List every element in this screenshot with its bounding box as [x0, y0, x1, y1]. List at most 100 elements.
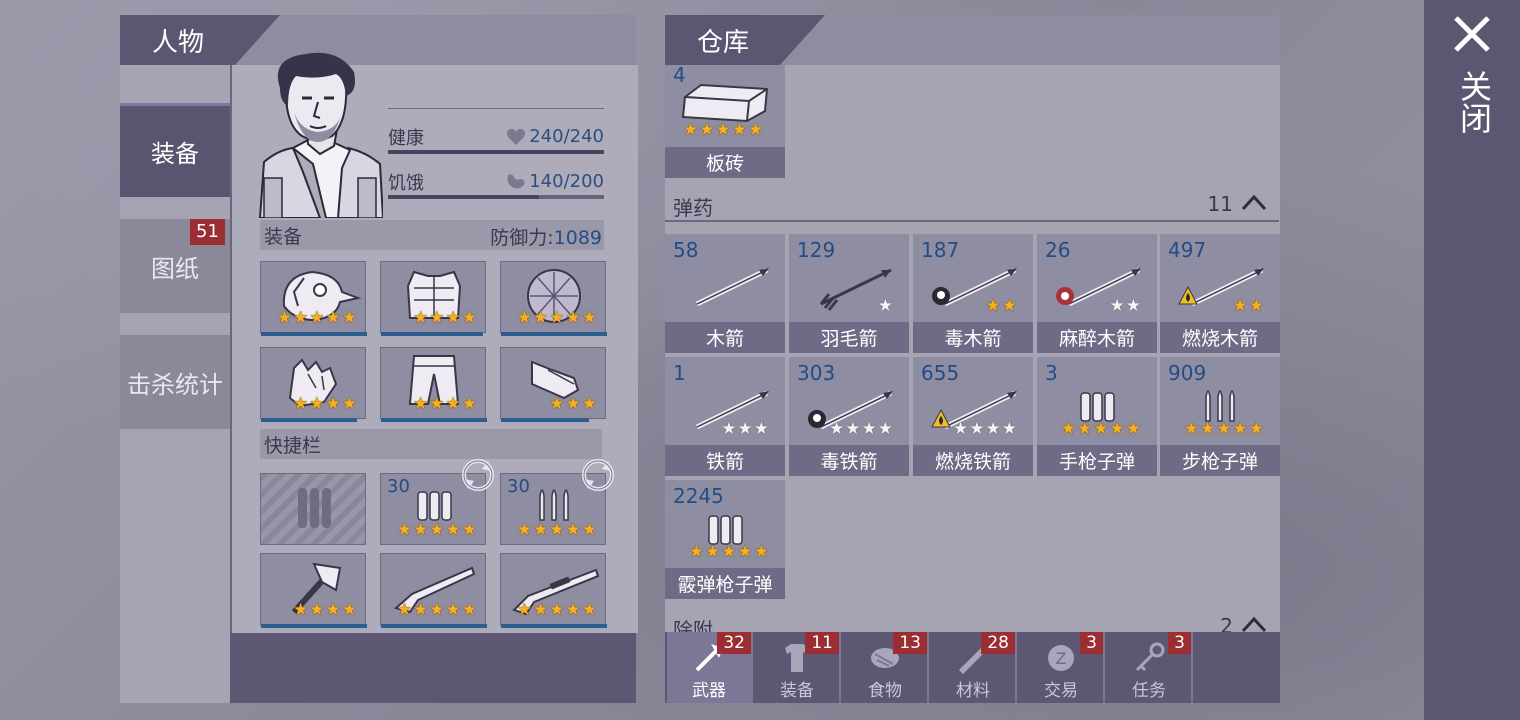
item-ammo[interactable]: 58 木箭 — [665, 234, 785, 353]
item-stars: ★ ★ ★ ★ ★ — [689, 544, 769, 561]
quickbar-header: 快捷栏 — [260, 429, 602, 459]
gold-star-icon: ★ — [341, 308, 357, 328]
white-star-icon: ★ — [953, 419, 969, 439]
gold-star-icon: ★ — [445, 520, 461, 540]
equip-slot[interactable]: ★ ★ ★ — [500, 347, 606, 422]
slot-stars: ★ ★ ★ — [549, 396, 597, 413]
warehouse-title-text: 仓库 — [697, 27, 750, 58]
gold-star-icon: ★ — [581, 308, 597, 328]
slot-durability-bar — [261, 332, 367, 336]
tab-coin[interactable]: Z 交易 3 — [1019, 632, 1105, 703]
gold-star-icon: ★ — [309, 308, 325, 328]
item-ammo[interactable]: 1 ★ ★ ★ 铁箭 — [665, 357, 785, 476]
ammo-category-count: 11 — [1207, 192, 1233, 216]
gold-star-icon: ★ — [533, 308, 549, 328]
hunger-label: 饥饿 — [388, 173, 424, 194]
ammo-category-label: 弹药 — [673, 196, 713, 220]
gold-star-icon: ★ — [1077, 419, 1093, 439]
gold-star-icon: ★ — [565, 394, 581, 414]
gold-star-icon: ★ — [461, 394, 477, 414]
equip-slot[interactable]: ★ ★ ★ ★ ★ — [500, 261, 607, 336]
health-bar-fill — [388, 150, 604, 154]
gold-star-icon: ★ — [341, 600, 357, 620]
next-category-header[interactable]: 除附 2 — [665, 610, 1279, 634]
close-label[interactable]: 关闭 — [1455, 70, 1493, 134]
gold-star-icon: ★ — [549, 600, 565, 620]
item-ammo[interactable]: 3 ★ ★ ★ ★ ★ 手枪子弹 — [1037, 357, 1157, 476]
chevron-up-icon[interactable] — [1241, 192, 1267, 212]
swap-icon[interactable] — [458, 457, 498, 493]
tab-meat[interactable]: 食物 13 — [843, 632, 929, 703]
item-ammo[interactable]: 129 ★ 羽毛箭 — [789, 234, 909, 353]
gold-star-icon: ★ — [565, 600, 581, 620]
blueprints-badge: 51 — [190, 219, 225, 245]
tab-label: 材料 — [956, 681, 990, 701]
tab-wood[interactable]: 材料 28 — [931, 632, 1017, 703]
gold-star-icon: ★ — [533, 600, 549, 620]
tab-shirt[interactable]: 装备 11 — [755, 632, 841, 703]
item-ammo[interactable]: 655 ★ ★ ★ ★ 燃烧铁箭 — [913, 357, 1033, 476]
slot-durability-bar — [381, 332, 483, 336]
gold-star-icon: ★ — [413, 520, 429, 540]
item-brick[interactable]: 4 ★ ★ ★ ★ ★ 板砖 — [665, 59, 785, 178]
gold-star-icon: ★ — [753, 542, 769, 562]
gold-star-icon: ★ — [731, 120, 747, 140]
equip-slot[interactable]: ★ ★ ★ ★ ★ — [260, 261, 367, 336]
item-ammo[interactable]: 909 ★ ★ ★ ★ ★ 步枪子弹 — [1160, 357, 1280, 476]
empty-ammo-slot-icon — [298, 488, 331, 528]
quick-slot[interactable]: ★ ★ ★ ★ ★ — [380, 553, 487, 628]
tab-axe[interactable]: 武器 32 — [667, 632, 753, 703]
equip-slot[interactable]: ★ ★ ★ ★ — [380, 347, 487, 422]
quick-slot[interactable]: ★ ★ ★ ★ ★ — [500, 553, 607, 628]
nav-equipment[interactable]: 装备 — [120, 103, 230, 197]
item-label: 霰弹枪子弹 — [665, 568, 785, 599]
nav-kill-stats-label: 击杀统计 — [127, 370, 223, 399]
gold-star-icon: ★ — [396, 520, 412, 540]
tab-badge: 28 — [981, 632, 1015, 654]
item-ammo[interactable]: 2245 ★ ★ ★ ★ ★ 霰弹枪子弹 — [665, 480, 785, 599]
gold-star-icon: ★ — [325, 308, 341, 328]
item-label: 麻醉木箭 — [1037, 322, 1157, 353]
quick-slot[interactable] — [260, 473, 366, 545]
slot-durability-bar — [381, 624, 487, 628]
item-ammo[interactable]: 303 ★ ★ ★ ★ 毒铁箭 — [789, 357, 909, 476]
gold-star-icon: ★ — [413, 308, 429, 328]
nav-kill-stats[interactable]: 击杀统计 — [120, 335, 230, 429]
gold-star-icon: ★ — [715, 120, 731, 140]
tab-label: 武器 — [692, 681, 726, 701]
item-ammo[interactable]: 497 ★ ★ 燃烧木箭 — [1160, 234, 1280, 353]
gold-star-icon: ★ — [683, 120, 699, 140]
tab-key[interactable]: 任务 3 — [1107, 632, 1193, 703]
quick-slot-count: 30 — [387, 476, 410, 497]
chevron-up-icon[interactable] — [1241, 614, 1267, 634]
item-label: 毒铁箭 — [789, 445, 909, 476]
gold-star-icon: ★ — [581, 520, 597, 540]
ammo-category-header[interactable]: 弹药 11 — [665, 188, 1279, 222]
tab-badge: 3 — [1168, 632, 1191, 654]
slot-stars: ★ ★ ★ ★ ★ — [517, 602, 597, 619]
gold-star-icon: ★ — [445, 394, 461, 414]
quick-slot[interactable]: ★ ★ ★ ★ — [260, 553, 367, 628]
item-stars: ★ ★ — [986, 298, 1018, 315]
equip-slot[interactable]: ★ ★ ★ ★ — [380, 261, 486, 336]
slot-durability-bar — [501, 624, 607, 628]
warehouse-tabs: 武器 32 装备 11 食物 13 材料 28 Z 交易 3 任务 3 — [665, 632, 1280, 703]
defense-label: 防御力: — [490, 227, 554, 249]
item-ammo[interactable]: 187 ★ ★ 毒木箭 — [913, 234, 1033, 353]
hunger-value: 140/200 — [529, 171, 604, 192]
swap-icon[interactable] — [578, 457, 618, 493]
gold-star-icon: ★ — [309, 600, 325, 620]
white-star-icon: ★ — [721, 419, 737, 439]
gold-star-icon: ★ — [549, 308, 565, 328]
item-stars: ★ ★ ★ ★ ★ — [1061, 421, 1141, 438]
gold-star-icon: ★ — [1183, 419, 1199, 439]
gold-star-icon: ★ — [309, 394, 325, 414]
gold-star-icon: ★ — [325, 600, 341, 620]
item-ammo[interactable]: 26 ★ ★ 麻醉木箭 — [1037, 234, 1157, 353]
item-label: 羽毛箭 — [789, 322, 909, 353]
equip-slot[interactable]: ★ ★ ★ ★ — [260, 347, 366, 422]
close-icon[interactable] — [1452, 14, 1492, 54]
item-stars: ★ — [878, 298, 893, 315]
gold-star-icon: ★ — [565, 308, 581, 328]
health-label: 健康 — [388, 128, 424, 149]
